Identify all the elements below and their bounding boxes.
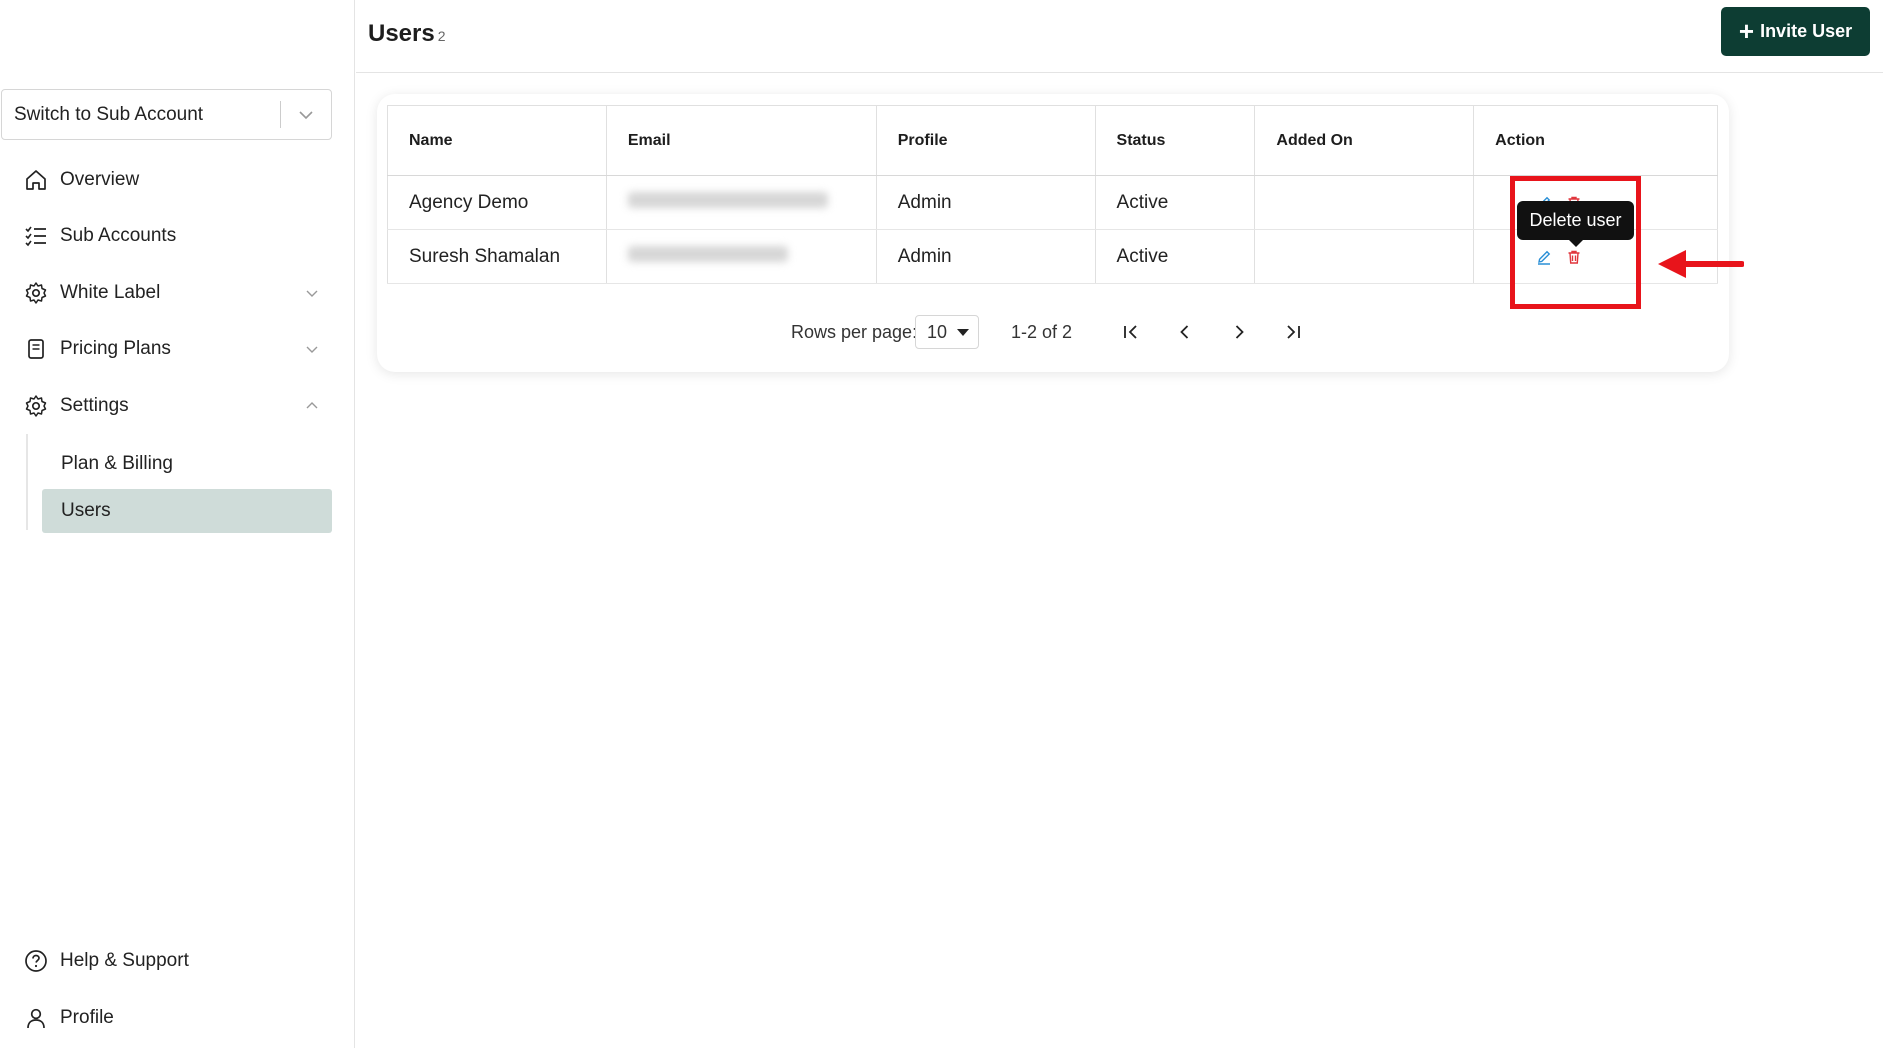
rows-per-page-value: 10 [927,321,948,342]
column-header-profile[interactable]: Profile [876,105,1096,176]
sidebar: Switch to Sub Account Overview Sub Accou… [0,0,355,1048]
user-icon [22,1004,50,1032]
rows-per-page-select[interactable]: 10 [915,315,979,349]
settings-subnav-line [26,434,28,530]
page-header: Users 2 + Invite User [356,0,1883,73]
annotation-arrow-icon [1658,250,1744,278]
cell-status: Active [1095,175,1256,230]
gear-icon [22,392,50,420]
sidebar-item-label: White Label [60,282,161,303]
sidebar-item-overview[interactable]: Overview [22,160,322,200]
sidebar-item-label: Help & Support [60,950,189,971]
redacted-email [627,191,828,208]
cell-email [606,175,877,230]
checklist-icon [22,222,50,250]
sidebar-item-label: Overview [60,169,140,190]
rows-per-page-label: Rows per page: [791,321,918,342]
sub-account-switcher-label: Switch to Sub Account [14,103,204,125]
sidebar-subitem-users[interactable]: Users [42,489,332,533]
sidebar-item-sub-accounts[interactable]: Sub Accounts [22,216,322,256]
cell-profile: Admin [876,229,1096,284]
plus-icon: + [1738,15,1755,46]
user-count: 2 [437,28,446,44]
sidebar-item-white-label[interactable]: White Label [22,273,322,313]
page-title-text: Users [368,20,435,47]
chevron-down-icon[interactable] [281,90,331,139]
sidebar-item-label: Settings [60,395,129,416]
caret-down-icon [957,329,969,336]
column-header-added-on[interactable]: Added On [1254,105,1475,176]
sidebar-subitem-plan-billing[interactable]: Plan & Billing [42,442,332,486]
invite-user-label: Invite User [1760,21,1853,41]
sub-account-switcher[interactable]: Switch to Sub Account [1,89,332,140]
help-circle-icon [22,947,50,975]
column-header-action: Action [1473,105,1718,176]
chevron-up-icon [302,396,322,416]
next-page-icon[interactable] [1225,318,1253,346]
cell-status: Active [1095,229,1256,284]
sidebar-item-pricing-plans[interactable]: Pricing Plans [22,329,322,369]
chevron-down-icon [302,283,322,303]
cell-email [606,229,877,284]
sidebar-item-settings[interactable]: Settings [22,386,322,426]
cell-added-on [1254,229,1475,284]
page-title: Users 2 [368,20,446,48]
column-header-status[interactable]: Status [1095,105,1256,176]
column-header-name[interactable]: Name [387,105,607,176]
document-icon [22,335,50,363]
invite-user-button[interactable]: + Invite User [1721,7,1870,56]
cell-profile: Admin [876,175,1096,230]
sidebar-item-label: Sub Accounts [60,225,177,246]
cell-name: Suresh Shamalan [387,229,607,284]
pagination: Rows per page: 10 1-2 of 2 [377,312,1729,352]
home-icon [22,166,50,194]
sidebar-item-profile[interactable]: Profile [22,998,322,1038]
first-page-icon[interactable] [1117,318,1145,346]
redacted-email [627,245,788,262]
annotation-highlight-box [1510,176,1641,309]
table-header-row: Name Email Profile Status Added On Actio… [387,105,1718,176]
previous-page-icon[interactable] [1171,318,1199,346]
sidebar-item-help-support[interactable]: Help & Support [22,941,322,981]
sidebar-item-label: Pricing Plans [60,338,171,359]
chevron-down-icon [302,339,322,359]
sidebar-item-label: Profile [60,1007,114,1028]
cell-added-on [1254,175,1475,230]
pagination-range: 1-2 of 2 [1011,321,1073,342]
cell-name: Agency Demo [387,175,607,230]
last-page-icon[interactable] [1279,318,1307,346]
column-header-email[interactable]: Email [606,105,877,176]
gear-icon [22,279,50,307]
